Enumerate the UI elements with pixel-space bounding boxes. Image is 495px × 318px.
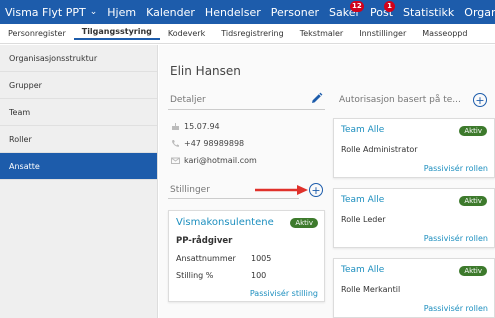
phone-value: +47 98989898 xyxy=(184,139,245,148)
position-card: Vismakonsulentene Aktiv PP-rådgiver Ansa… xyxy=(168,210,325,302)
sidebar-item-ansatte[interactable]: Ansatte xyxy=(0,153,157,180)
authorization-card: Team Alle Aktiv Rolle Merkantil Passivis… xyxy=(333,258,495,318)
top-navigation: Visma Flyt PPT ⌄ Hjem Kalender Hendelser… xyxy=(0,0,495,24)
annotation-arrow xyxy=(255,185,308,195)
notification-badge: 12 xyxy=(350,1,364,12)
birthdate-row: 15.07.94 xyxy=(171,122,220,131)
nav-item-hjem[interactable]: Hjem xyxy=(102,0,141,24)
authorization-card-title: Team Alle xyxy=(341,265,385,275)
phone-row: +47 98989898 xyxy=(171,139,244,148)
sidebar-item-organisasjonsstruktur[interactable]: Organisasjonsstruktur xyxy=(0,45,157,72)
nav-item-post[interactable]: Post 1 xyxy=(365,0,398,24)
nav-item-label: Organ xyxy=(464,5,495,19)
subnav-tekstmaler[interactable]: Tekstmaler xyxy=(292,29,352,38)
email-value: kari@hotmail.com xyxy=(184,156,257,165)
subnav-innstillinger[interactable]: Innstillinger xyxy=(351,29,414,38)
nav-item-hendelser[interactable]: Hendelser xyxy=(200,0,266,24)
nav-item-organisasjon[interactable]: Organ xyxy=(459,0,495,24)
authorization-role: Rolle Merkantil xyxy=(341,285,401,294)
authorizations-title: Autorisasjon basert på te... xyxy=(339,95,461,105)
position-role: PP-rådgiver xyxy=(176,236,233,246)
cake-icon xyxy=(172,123,179,130)
nav-item-label: Personer xyxy=(270,5,320,19)
edit-pencil-icon[interactable] xyxy=(310,92,323,105)
nav-item-kalender[interactable]: Kalender xyxy=(141,0,200,24)
authorization-card-title: Team Alle xyxy=(341,195,385,205)
chevron-down-icon: ⌄ xyxy=(89,7,98,17)
nav-item-statistikk[interactable]: Statistikk xyxy=(398,0,459,24)
phone-icon xyxy=(172,140,179,147)
positions-title: Stillinger xyxy=(170,185,210,195)
sidebar: Organisasjonsstruktur Grupper Team Rolle… xyxy=(0,45,158,318)
status-badge: Aktiv xyxy=(290,218,318,228)
deactivate-role-link[interactable]: Passivisér rollen xyxy=(424,164,488,173)
position-card-title: Vismakonsulentene xyxy=(176,217,274,228)
details-divider xyxy=(168,109,325,110)
sidebar-item-team[interactable]: Team xyxy=(0,99,157,126)
authorization-card-title: Team Alle xyxy=(341,125,385,135)
main-content: Elin Hansen Detaljer 15.07.94 +47 989898… xyxy=(159,45,495,318)
deactivate-position-link[interactable]: Passivisér stilling xyxy=(250,289,318,298)
add-authorization-button[interactable]: + xyxy=(473,93,487,107)
subnav-masseoppdatering[interactable]: Masseoppd xyxy=(414,29,475,38)
subnav-tilgangsstyring[interactable]: Tilgangsstyring xyxy=(73,27,160,40)
app-name: Visma Flyt PPT xyxy=(5,5,86,19)
status-badge: Aktiv xyxy=(459,266,487,276)
plus-icon: + xyxy=(475,93,485,107)
add-position-button[interactable]: + xyxy=(309,183,323,197)
details-title: Detaljer xyxy=(170,95,206,105)
nav-item-saker[interactable]: Saker 12 xyxy=(324,0,365,24)
deactivate-role-link[interactable]: Passivisér rollen xyxy=(424,234,488,243)
authorization-role: Rolle Administrator xyxy=(341,145,418,154)
notification-badge: 1 xyxy=(384,1,396,12)
nav-item-label: Statistikk xyxy=(403,5,455,19)
birthdate-value: 15.07.94 xyxy=(184,122,220,131)
deactivate-role-link[interactable]: Passivisér rollen xyxy=(424,304,488,313)
status-badge: Aktiv xyxy=(459,126,487,136)
email-row: kari@hotmail.com xyxy=(171,156,257,165)
app-switcher[interactable]: Visma Flyt PPT ⌄ xyxy=(0,0,102,24)
nav-item-label: Hendelser xyxy=(204,5,261,19)
sidebar-item-grupper[interactable]: Grupper xyxy=(0,72,157,99)
authorization-role: Rolle Leder xyxy=(341,215,386,224)
employee-number-label: Ansattnummer xyxy=(176,254,236,263)
subnav-personregister[interactable]: Personregister xyxy=(0,29,74,38)
authorization-card: Team Alle Aktiv Rolle Administrator Pass… xyxy=(333,118,495,178)
nav-item-label: Hjem xyxy=(107,5,137,19)
envelope-icon xyxy=(171,157,180,164)
nav-item-label: Kalender xyxy=(146,5,195,19)
positions-divider xyxy=(168,198,299,199)
authorization-card: Team Alle Aktiv Rolle Leder Passivisér r… xyxy=(333,188,495,248)
position-percent-label: Stilling % xyxy=(176,271,214,280)
subnav-kodeverk[interactable]: Kodeverk xyxy=(160,29,213,38)
plus-icon: + xyxy=(311,183,321,197)
status-badge: Aktiv xyxy=(459,196,487,206)
subnav-tidsregistrering[interactable]: Tidsregistrering xyxy=(213,29,291,38)
sidebar-item-roller[interactable]: Roller xyxy=(0,126,157,153)
position-percent-value: 100 xyxy=(251,271,267,280)
page-title: Elin Hansen xyxy=(170,64,241,78)
sub-navigation: Personregister Tilgangsstyring Kodeverk … xyxy=(0,24,495,44)
nav-item-personer[interactable]: Personer xyxy=(266,0,324,24)
employee-number-value: 1005 xyxy=(251,254,272,263)
